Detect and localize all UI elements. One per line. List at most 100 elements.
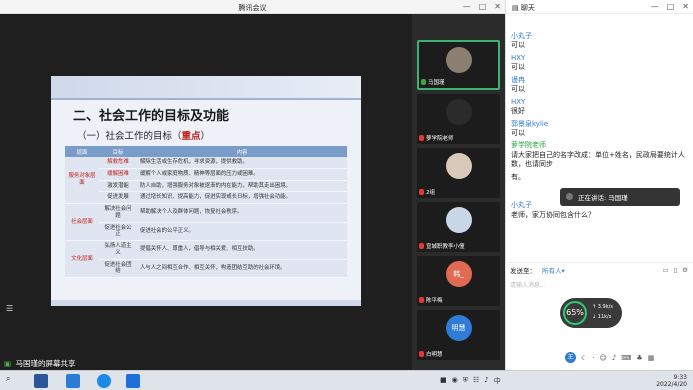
dot-icon[interactable]: · [592, 354, 594, 362]
clock-date: 2022/4/20 [656, 381, 687, 389]
tray-volume-icon[interactable]: ♪ [484, 376, 488, 386]
maximize-button[interactable]: □ [479, 2, 487, 11]
participant-name: 萝学院老师 [426, 136, 454, 142]
tray-app-icon[interactable]: ■ [440, 376, 447, 386]
upload-speed: ↑ 3.9k/s [592, 304, 613, 310]
mic-icon[interactable]: ♪ [612, 354, 616, 362]
chat-maximize-button[interactable]: □ [667, 2, 675, 11]
word-icon[interactable] [34, 374, 48, 388]
goal-cell: 解决社会问题 [99, 203, 137, 223]
goal-cell: 弘扬人道主义 [99, 240, 137, 260]
message-text: 有。 [511, 172, 525, 181]
participant-tile[interactable]: 韩_ 陈平梅 [417, 256, 500, 306]
image-icon[interactable]: ▭ [662, 266, 668, 274]
wps-icon[interactable] [66, 374, 80, 388]
chat-message: 谩冉 可以 [511, 76, 689, 95]
chat-icon: ▤ [512, 4, 521, 12]
message-sender[interactable]: 萝学院老师 [511, 141, 689, 150]
search-icon[interactable]: ⌕ [6, 374, 20, 388]
screen-share-banner: ▣ 马国瑾的屏幕共享 [0, 356, 412, 370]
message-text: 可以 [511, 85, 525, 94]
emoji-icon[interactable]: ☺ [600, 354, 607, 362]
table-row: 社会层面 解决社会问题 帮助解决个人及群体问题，恢复社会秩序。 [65, 203, 347, 241]
goal-cell: 促进社会团结 [99, 259, 137, 278]
table-row: 服务对象层面 解救危难 解除生活或生存危机，寻求资源，提供救助。 [65, 157, 347, 204]
input-toolbar: 王 ☾ · ☺ ♪ ⌨ ♣ ▦ [565, 352, 654, 363]
download-speed: ↓ 11k/s [592, 314, 612, 320]
table-row: 促进社会公正 促进社会的公平正义。 [65, 222, 347, 241]
participant-name: 宣城职教李小僮 [426, 244, 465, 250]
speaking-text: 正在讲话: 马国瑾 [578, 194, 628, 202]
subtitle-suffix: ） [200, 131, 211, 142]
table-row: 缓解困难 缓解个人或家庭物质、精神等层面的压力或困难。 [65, 168, 347, 181]
clock[interactable]: 9:33 2022/4/20 [656, 374, 687, 388]
close-button[interactable]: ✕ [494, 2, 501, 11]
microphone-icon [419, 243, 424, 249]
avatar: 明慧 [445, 315, 472, 341]
content-cell: 解除生活或生存危机，寻求资源，提供救助。 [137, 157, 347, 169]
microphone-icon [421, 79, 426, 85]
tray-lang-indicator[interactable]: 中 [494, 376, 501, 386]
send-to-dropdown[interactable]: 所有人▾ [542, 265, 565, 275]
share-banner-text: 马国瑾的屏幕共享 [15, 359, 76, 368]
participant-name: 白明慧 [426, 352, 443, 358]
tray-shield-icon[interactable]: ⛨ [463, 376, 468, 386]
goal-cell: 解救危难 [99, 157, 137, 169]
tray-chat-icon[interactable]: ◉ [452, 376, 458, 386]
level-cell: 社会层面 [65, 203, 99, 241]
slide-divider [51, 98, 361, 100]
avatar: 韩_ [445, 261, 472, 287]
minimize-button[interactable]: — [463, 2, 471, 11]
microphone-icon [419, 189, 424, 195]
participant-name-row: 马国瑾 [421, 78, 445, 86]
participant-name-row: 陈平梅 [419, 296, 443, 304]
participant-name-row: 宣城职教李小僮 [419, 242, 465, 250]
avatar [445, 207, 472, 233]
chat-minimize-button[interactable]: — [651, 2, 659, 11]
goal-cell: 促进社会公正 [99, 222, 137, 241]
participant-tile[interactable]: 马国瑾 [417, 40, 500, 90]
chat-message: HXY 可以 [511, 54, 689, 73]
grid-icon[interactable]: ▦ [648, 354, 655, 362]
taskbar: ⌕ ■ ◉ ⛨ ☷ ♪ 中 9:33 2022/4/20 [0, 370, 693, 390]
participant-tile[interactable]: 2组 [417, 148, 500, 198]
title-bar: 腾讯会议 — □ ✕ [0, 0, 505, 14]
participant-tile[interactable]: 宣城职教李小僮 [417, 202, 500, 252]
subtitle-emphasis: 重点 [181, 131, 201, 142]
message-input[interactable]: 请输入消息... [510, 280, 546, 289]
tencent-meeting-icon[interactable] [126, 374, 140, 388]
goals-table: 层面 目标 内容 服务对象层面 解救危难 解除生活或生存危机，寻求资源，提供救助。 缓解困… [65, 146, 347, 278]
slide-subtitle: （一）社会工作的目标（重点） [77, 128, 210, 142]
send-target-bar: 发送至： 所有人▾ ▭ ▯ ⚙ [505, 262, 693, 276]
tray-network-icon[interactable]: ☷ [473, 376, 479, 386]
participant-name: 马国瑾 [428, 80, 445, 86]
content-cell: 帮助解决个人及群体问题，恢复社会秩序。 [137, 203, 347, 223]
participant-tile[interactable]: 明慧白明慧 [417, 310, 500, 360]
browser-icon[interactable] [97, 374, 111, 388]
table-row: 促进发展 通过增长知识、提高能力，促进实现或长日标，增强社会功能。 [65, 191, 347, 204]
ime-icon[interactable]: 王 [565, 352, 576, 363]
network-speed-widget: 65% ↑ 3.9k/s ↓ 11k/s [560, 298, 622, 328]
content-cell: 提倡关怀人、尊重人，倡导与相关爱、相互扶助。 [137, 240, 347, 260]
message-sender[interactable]: HXY [511, 98, 689, 107]
slide-footer [51, 300, 361, 306]
chat-message: 有。 [511, 173, 689, 182]
file-icon[interactable]: ▯ [674, 266, 678, 274]
message-sender[interactable]: HXY [511, 54, 689, 63]
menu-icon[interactable]: ☰ [6, 304, 13, 313]
participant-name: 陈平梅 [426, 298, 443, 304]
shirt-icon[interactable]: ♣ [636, 354, 642, 362]
chat-message: 小丸子 可以 [511, 32, 689, 51]
level-cell: 文化层面 [65, 240, 99, 278]
clock-time: 9:33 [673, 374, 687, 381]
message-sender[interactable]: 谩冉 [511, 76, 689, 85]
chat-close-button[interactable]: ✕ [682, 2, 689, 11]
window-title: 腾讯会议 [238, 4, 267, 12]
keyboard-icon[interactable]: ⌨ [621, 354, 631, 362]
participant-tile[interactable]: 萝学院老师 [417, 94, 500, 144]
moon-icon[interactable]: ☾ [581, 354, 587, 362]
message-sender[interactable]: 郭景泉kylie [511, 120, 689, 129]
settings-icon[interactable]: ⚙ [682, 266, 688, 274]
message-sender[interactable]: 小丸子 [511, 32, 689, 41]
avatar [445, 153, 472, 179]
